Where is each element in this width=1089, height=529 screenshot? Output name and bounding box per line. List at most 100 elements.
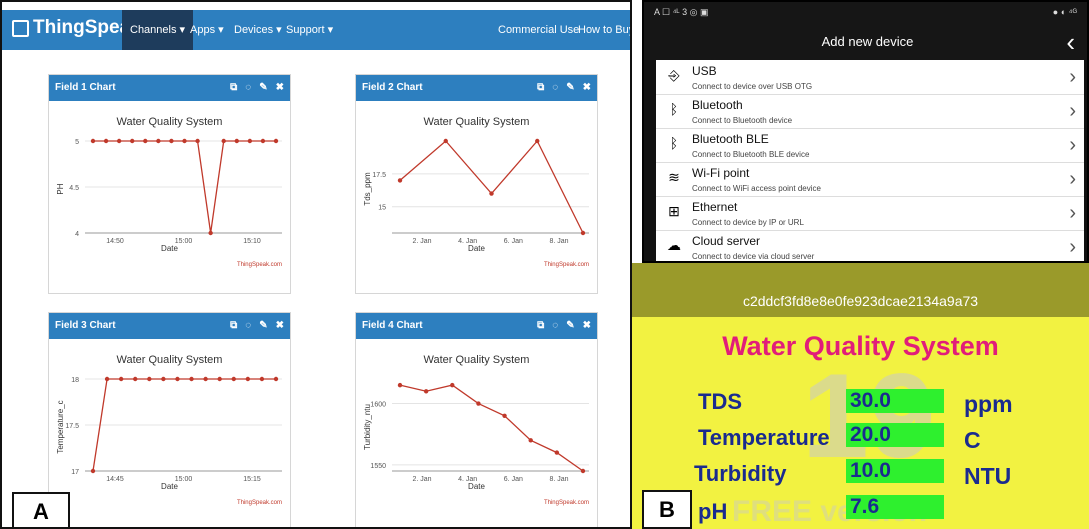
comment-icon[interactable]: ◌ (245, 75, 251, 101)
device-option-usb[interactable]: ⎆ USB Connect to device over USB OTG › (656, 60, 1084, 95)
external-link-icon[interactable]: ⧉ (230, 75, 237, 101)
x-tick-label: 8. Jan (549, 238, 568, 245)
device-option-bluetooth-ble[interactable]: ᛒ Bluetooth BLE Connect to Bluetooth BLE d… (656, 128, 1084, 163)
network-icon: ⊞ (668, 203, 680, 219)
x-tick-label: 2. Jan (412, 476, 431, 483)
data-point (156, 138, 161, 144)
x-tick-label: 14:50 (106, 238, 124, 245)
data-point (535, 138, 540, 144)
device-option-cloud-server[interactable]: ☁ Cloud server Connect to device via cloud… (656, 230, 1084, 261)
device-option-subtitle: Connect to device via cloud server (692, 252, 815, 261)
status-bar: A ☐ ⁴ᴸ 3 ◎ ▣ ● ◐ ⁴ᴳ (644, 2, 1087, 24)
chart-header-label: Field 4 Chart (362, 320, 423, 331)
nav-how-to-buy[interactable]: How to Buy (570, 10, 630, 50)
y-tick-label: 17.5 (372, 172, 386, 179)
y-axis-label: Tds_ppm (363, 172, 372, 206)
chart-header-label: Field 1 Chart (55, 82, 116, 93)
data-point (203, 376, 208, 382)
field-4-chart: Field 4 Chart ⧉ ◌ ✎ ✖ Water Quality System Tur… (355, 312, 598, 527)
x-tick-label: 15:15 (243, 476, 261, 483)
label-ph: pH (698, 499, 728, 524)
close-icon[interactable]: ✖ (583, 75, 591, 101)
nav-support-label: Support (286, 24, 325, 36)
nav-channels-label: Channels (130, 24, 177, 36)
data-point (502, 413, 507, 418)
chevron-right-icon: › (1069, 100, 1076, 122)
y-tick-label: 17.5 (65, 423, 79, 430)
x-axis-label: Date (161, 482, 178, 491)
data-point (118, 376, 124, 382)
device-option-wi-fi-point[interactable]: ≋ Wi-Fi point Connect to WiFi access point… (656, 162, 1084, 197)
close-icon[interactable]: ✖ (276, 313, 284, 339)
label-turbidity: Turbidity (694, 461, 787, 486)
cloud-icon: ☁ (667, 237, 681, 253)
comment-icon[interactable]: ◌ (552, 313, 558, 339)
pencil-icon[interactable]: ✎ (566, 313, 574, 339)
x-tick-label: 6. Jan (504, 238, 523, 245)
thingspeak-navbar: ThingSpeak™ Channels ▾ Apps ▾ Devices ▾ … (2, 10, 630, 50)
nav-support[interactable]: Support ▾ (278, 10, 341, 50)
data-point (133, 376, 138, 382)
data-point (247, 138, 253, 144)
chat-bubble-icon (12, 19, 29, 37)
data-point (260, 138, 266, 144)
device-option-title: Ethernet (692, 200, 738, 214)
panel-a-label: A (12, 492, 70, 527)
value-turbidity: 10.0 (846, 459, 944, 483)
unit-tds: ppm (964, 391, 1013, 417)
data-point (397, 382, 403, 388)
series-line (399, 139, 584, 234)
data-point (116, 138, 122, 144)
x-axis-label: Date (468, 244, 485, 253)
value-ph: 7.6 (846, 495, 944, 519)
device-status-strip (632, 263, 1089, 285)
chart-toolbar: ⧉ ◌ ✎ ✖ (230, 313, 284, 339)
external-link-icon[interactable]: ⧉ (537, 75, 544, 101)
comment-icon[interactable]: ◌ (552, 75, 558, 101)
back-chevron-icon[interactable]: ‹ (1066, 24, 1075, 60)
pencil-icon[interactable]: ✎ (259, 75, 267, 101)
chart-credit: ThingSpeak.com (544, 500, 589, 506)
unit-temperature: C (964, 427, 981, 453)
pencil-icon[interactable]: ✎ (259, 313, 267, 339)
usb-icon: ⎆ (668, 67, 680, 83)
field-3-chart: Field 3 Chart ⧉ ◌ ✎ ✖ Water Quality System Tem… (48, 312, 291, 527)
chart-toolbar: ⧉ ◌ ✎ ✖ (230, 75, 284, 101)
device-option-title: Bluetooth (692, 98, 743, 112)
data-point (476, 401, 481, 406)
chart-credit: ThingSpeak.com (237, 500, 282, 506)
chevron-right-icon: › (1069, 202, 1076, 224)
data-point (189, 376, 194, 382)
unit-turbidity: NTU (964, 463, 1012, 489)
close-icon[interactable]: ✖ (583, 313, 591, 339)
comment-icon[interactable]: ◌ (245, 313, 251, 339)
device-option-ethernet[interactable]: ⊞ Ethernet Connect to device by IP or URL › (656, 196, 1084, 231)
close-icon[interactable]: ✖ (276, 75, 284, 101)
chevron-right-icon: › (1069, 168, 1076, 190)
panel-b: c2ddcf3fd8e8e0fe923dcae2134a9a73 19 FREE… (632, 263, 1089, 529)
x-axis-label: Date (161, 244, 178, 253)
value-tds: 30.0 (846, 389, 944, 413)
y-tick-label: 1600 (370, 402, 386, 409)
device-option-bluetooth[interactable]: ᛒ Bluetooth Connect to Bluetooth device › (656, 94, 1084, 129)
pencil-icon[interactable]: ✎ (566, 75, 574, 101)
external-link-icon[interactable]: ⧉ (230, 313, 237, 339)
wifi-icon: ≋ (668, 169, 680, 185)
y-tick-label: 17 (71, 469, 79, 476)
data-point (217, 376, 222, 382)
data-point (90, 468, 96, 474)
nav-apps[interactable]: Apps ▾ (182, 10, 232, 50)
x-tick-label: 15:10 (243, 238, 261, 245)
field-2-chart: Field 2 Chart ⧉ ◌ ✎ ✖ Water Quality System Tds… (355, 74, 598, 294)
data-point (104, 376, 110, 382)
page-title: Add new device (821, 34, 914, 49)
bluetooth-icon: ᛒ (669, 101, 679, 117)
y-axis-label: Turbidity_ntu (363, 404, 372, 450)
device-option-title: Cloud server (692, 234, 761, 248)
x-tick-label: 4. Jan (458, 238, 477, 245)
data-point (161, 376, 166, 382)
charts-area: Field 1 Chart ⧉ ◌ ✎ ✖ Water Quality System PH D… (20, 50, 620, 527)
device-option-subtitle: Connect to Bluetooth BLE device (692, 150, 810, 159)
external-link-icon[interactable]: ⧉ (537, 313, 544, 339)
x-tick-label: 14:45 (106, 476, 124, 483)
